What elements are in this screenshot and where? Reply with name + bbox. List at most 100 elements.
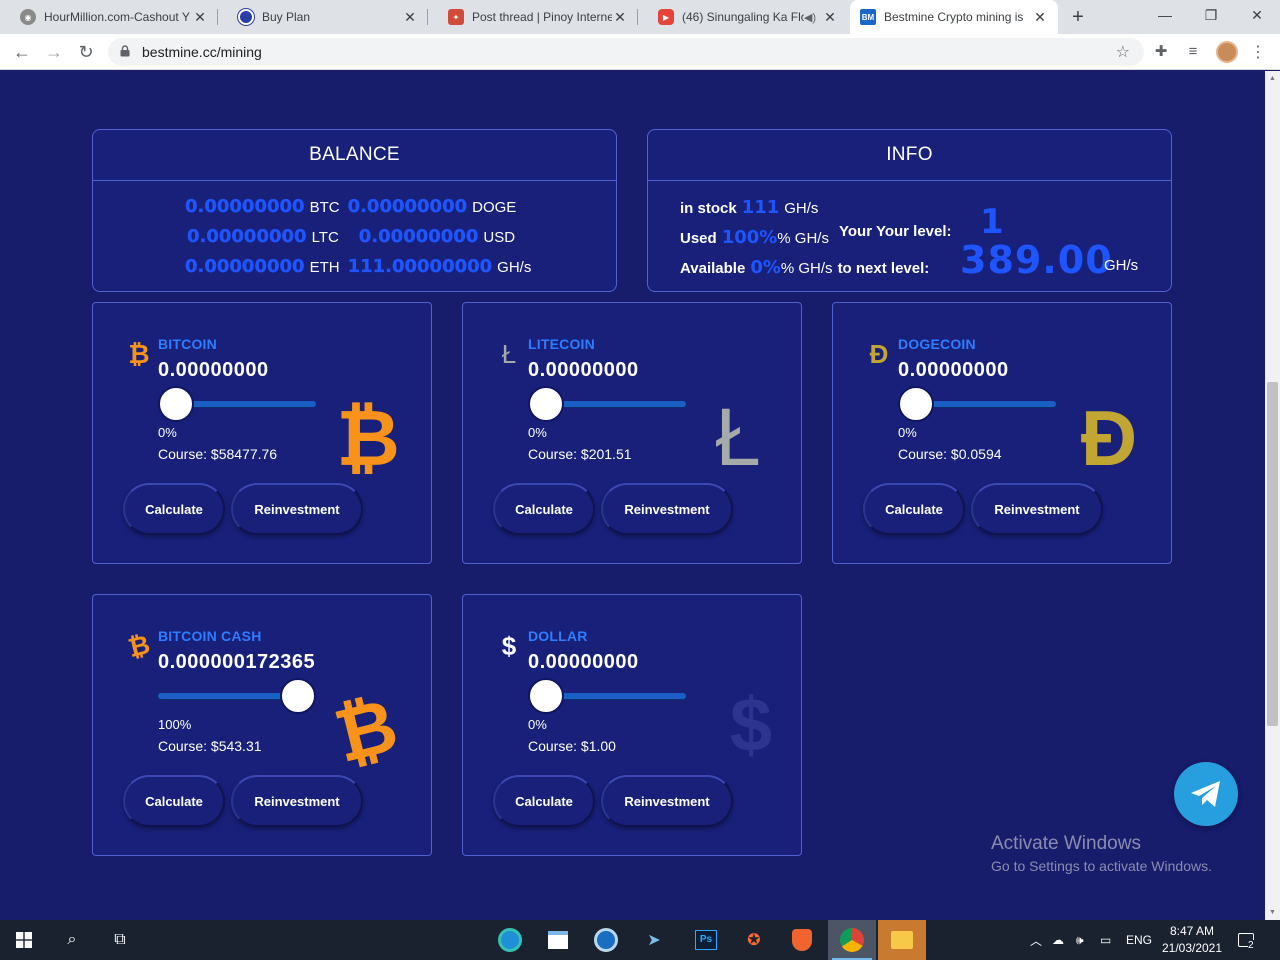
page-content: BALANCE 0.00000000 BTC 0.00000000 DOGE 0… — [0, 71, 1265, 920]
percent-slider-handle[interactable] — [528, 678, 564, 714]
edge-icon[interactable] — [486, 920, 534, 960]
profile-avatar[interactable] — [1216, 41, 1238, 63]
language-indicator[interactable]: ENG — [1126, 920, 1152, 960]
info-panel: INFO in stock 111 GH/s Used 100% % GH/s … — [647, 129, 1172, 292]
brave-icon[interactable] — [778, 920, 826, 960]
reload-icon[interactable]: ↻ — [74, 40, 98, 64]
windows-start-icon[interactable] — [0, 920, 48, 960]
calculate-button[interactable]: Calculate — [863, 483, 965, 535]
circle-favicon-icon — [238, 9, 254, 25]
forward-icon[interactable]: → — [42, 40, 66, 64]
network-icon[interactable]: ▭ — [1100, 920, 1111, 960]
available-label: Available — [680, 260, 746, 277]
reinvestment-button[interactable]: Reinvestment — [971, 483, 1103, 535]
address-bar[interactable]: bestmine.cc/mining ☆ — [108, 38, 1144, 66]
percent-label: 100% — [158, 717, 192, 732]
percent-slider-handle[interactable] — [280, 678, 316, 714]
restore-icon[interactable]: ❐ — [1188, 0, 1234, 34]
photoshop-icon[interactable]: Ps — [682, 920, 730, 960]
minimize-icon[interactable]: — — [1142, 0, 1188, 34]
url-text: bestmine.cc/mining — [142, 44, 262, 60]
in-stock-line: in stock 111 GH/s — [680, 197, 818, 218]
scroll-up-icon[interactable]: ▲ — [1265, 71, 1280, 86]
scroll-down-icon[interactable]: ▼ — [1265, 905, 1280, 920]
notifications-icon[interactable]: 2 — [1238, 920, 1254, 960]
coin-card-litecoin: Ł LITECOIN 0.00000000 0% Course: $201.51… — [462, 302, 802, 564]
activate-windows-watermark: Activate Windows Go to Settings to activ… — [991, 833, 1212, 874]
chrome-icon[interactable] — [828, 920, 876, 960]
game-app-icon[interactable]: ✪ — [730, 920, 778, 960]
coin-amount: 0.00000000 — [158, 359, 269, 381]
dollar-icon: $ — [501, 630, 517, 661]
app-arrow-icon[interactable]: ➤ — [630, 920, 678, 960]
lock-icon — [120, 45, 130, 57]
volume-icon[interactable]: 🕪 — [1076, 920, 1084, 960]
next-level-value: 389.00 — [960, 238, 1113, 282]
percent-slider-handle[interactable] — [898, 386, 934, 422]
close-tab-icon[interactable]: ✕ — [402, 9, 418, 26]
coin-name: BITCOIN CASH — [158, 628, 262, 644]
tab-title: (46) Sinungaling Ka Flo — [682, 10, 804, 24]
telegram-button[interactable] — [1174, 762, 1238, 826]
back-icon[interactable]: ← — [10, 40, 34, 64]
close-tab-icon[interactable]: ✕ — [822, 9, 838, 26]
tab-buy-plan[interactable]: Buy Plan ✕ — [218, 0, 428, 34]
store-icon[interactable] — [534, 920, 582, 960]
bookmark-star-icon[interactable]: ☆ — [1116, 42, 1130, 62]
youtube-favicon-icon: ▶ — [658, 9, 674, 25]
calculate-button[interactable]: Calculate — [123, 483, 225, 535]
level-value: 1 — [980, 202, 1004, 242]
bitcoin-icon: ₿ — [128, 338, 150, 369]
close-tab-icon[interactable]: ✕ — [192, 9, 208, 26]
reinvestment-button[interactable]: Reinvestment — [601, 483, 733, 535]
tab-youtube[interactable]: ▶ (46) Sinungaling Ka Flo ◀) ✕ — [638, 0, 848, 34]
course-label: Course: $201.51 — [528, 446, 632, 462]
file-explorer-icon[interactable] — [878, 920, 926, 960]
speaker-icon[interactable]: ◀) — [804, 11, 816, 24]
used-line: Used 100% % GH/s — [680, 227, 829, 248]
menu-dots-icon[interactable]: ⋮ — [1250, 42, 1266, 62]
close-window-icon[interactable]: ✕ — [1234, 0, 1280, 34]
search-icon[interactable]: ⌕ — [48, 920, 96, 960]
used-label: Used — [680, 230, 717, 247]
settings-app-icon[interactable] — [582, 920, 630, 960]
calculate-button[interactable]: Calculate — [493, 775, 595, 827]
extensions-puzzle-icon[interactable]: ✚ — [1151, 42, 1171, 62]
tab-title: Post thread | Pinoy Internet — [472, 10, 612, 24]
calculate-button[interactable]: Calculate — [123, 775, 225, 827]
percent-slider-handle[interactable] — [528, 386, 564, 422]
reinvestment-button[interactable]: Reinvestment — [231, 775, 363, 827]
watermark-line2: Go to Settings to activate Windows. — [991, 858, 1212, 874]
scrollbar-thumb[interactable] — [1267, 382, 1278, 726]
coin-name: LITECOIN — [528, 336, 595, 352]
course-label: Course: $0.0594 — [898, 446, 1002, 462]
balance-row: 0.00000000 ETH 111.00000000 GH/s — [185, 256, 531, 277]
system-clock[interactable]: 8:47 AM 21/03/2021 — [1158, 923, 1226, 957]
available-value: 0% — [750, 257, 781, 278]
balance-value: 0.00000000 — [347, 196, 468, 217]
balance-value: 111.00000000 — [347, 256, 493, 277]
balance-row: 0.00000000 LTC 0.00000000 USD — [187, 226, 515, 247]
tab-strip: ◉ HourMillion.com-Cashout Y ✕ Buy Plan ✕… — [0, 0, 1280, 34]
in-stock-value: 111 — [741, 197, 780, 218]
media-queue-icon[interactable]: ≡ — [1183, 42, 1203, 62]
balance-unit: BTC — [309, 199, 340, 216]
tab-pinoy-internet[interactable]: ✦ Post thread | Pinoy Internet ✕ — [428, 0, 638, 34]
tab-hourmillion[interactable]: ◉ HourMillion.com-Cashout Y ✕ — [0, 0, 218, 34]
calculate-button[interactable]: Calculate — [493, 483, 595, 535]
close-tab-icon[interactable]: ✕ — [1032, 9, 1048, 26]
course-label: Course: $543.31 — [158, 738, 262, 754]
close-tab-icon[interactable]: ✕ — [612, 9, 628, 26]
dollar-large-icon: $ — [729, 682, 773, 768]
coin-card-bitcoin: ₿ BITCOIN 0.00000000 0% Course: $58477.7… — [92, 302, 432, 564]
reinvestment-button[interactable]: Reinvestment — [231, 483, 363, 535]
onedrive-cloud-icon[interactable]: ☁ — [1052, 920, 1064, 960]
balance-unit: DOGE — [472, 199, 517, 216]
show-hidden-icons-icon[interactable]: ︿ — [1030, 920, 1042, 960]
percent-label: 0% — [528, 425, 547, 440]
tab-bestmine[interactable]: BM Bestmine Crypto mining is ✕ — [850, 0, 1058, 34]
new-tab-icon[interactable]: + — [1066, 5, 1090, 29]
percent-slider-handle[interactable] — [158, 386, 194, 422]
reinvestment-button[interactable]: Reinvestment — [601, 775, 733, 827]
task-view-icon[interactable]: ⧉ — [96, 920, 144, 960]
